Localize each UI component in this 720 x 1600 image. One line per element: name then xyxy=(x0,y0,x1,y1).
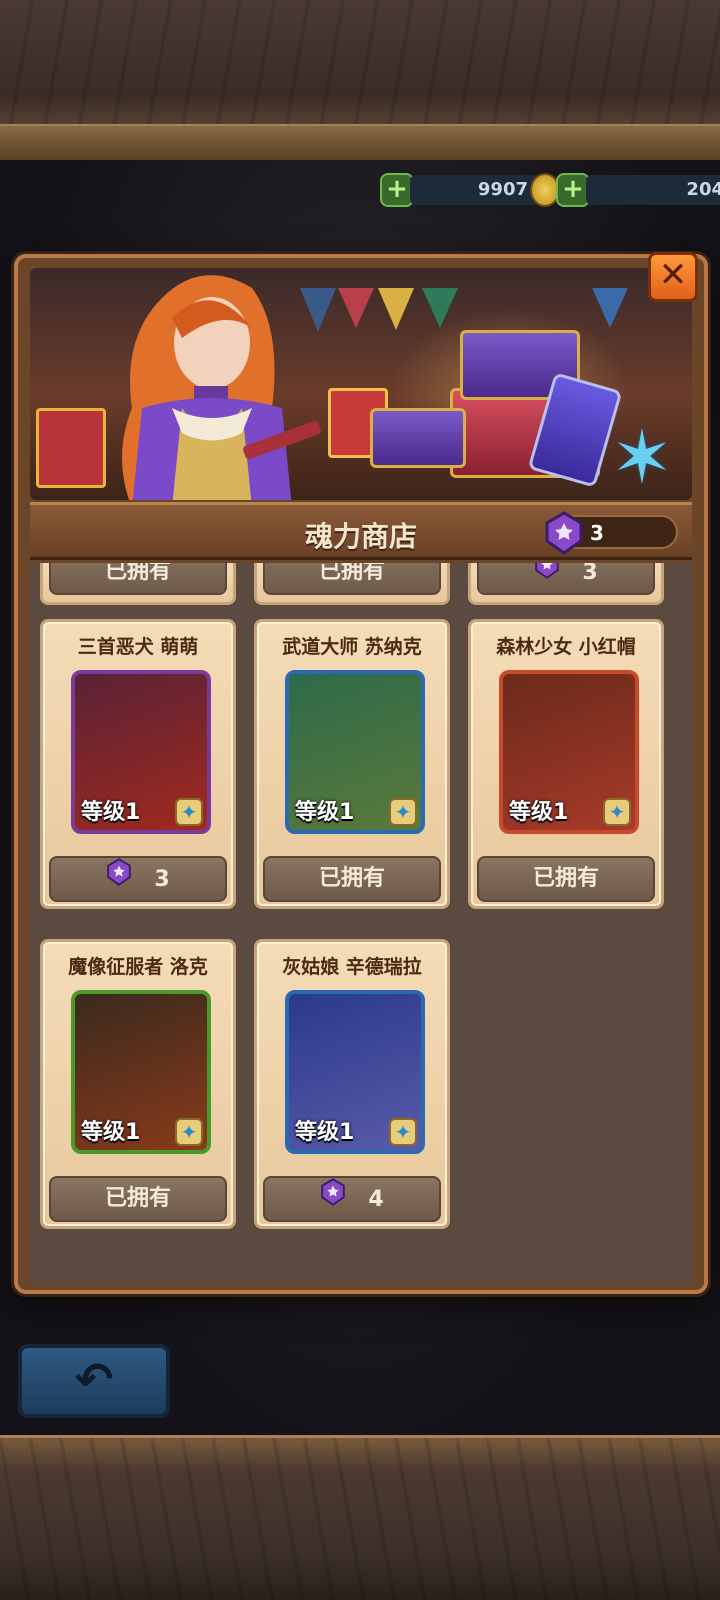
gold-currency: + 9907 xyxy=(380,172,560,208)
soul-gem-icon xyxy=(106,858,132,901)
hero-card[interactable]: 武道大师 苏纳克 等级1 ✦ 已拥有 xyxy=(254,619,450,909)
owned-label: 已拥有 xyxy=(263,563,441,595)
hero-level: 等级1 xyxy=(295,1120,355,1145)
hero-card-partial[interactable]: 已拥有 xyxy=(40,563,236,605)
gold-amount: 9907 xyxy=(410,175,540,205)
close-button[interactable]: ✕ xyxy=(648,252,698,302)
soul-gem-icon xyxy=(534,563,560,594)
hero-name: 武道大师 苏纳克 xyxy=(282,636,422,658)
add-gem-button[interactable]: + xyxy=(556,173,590,207)
bunting-flag xyxy=(338,288,374,328)
hero-name: 灰姑娘 辛德瑞拉 xyxy=(282,956,422,978)
hero-card[interactable]: 灰姑娘 辛德瑞拉 等级1 ✦ 4 xyxy=(254,939,450,1229)
soul-gem-icon xyxy=(545,511,583,555)
star-badge-icon: ✶ xyxy=(610,415,673,500)
soul-gem-icon xyxy=(320,1178,346,1221)
element-star-icon: ✦ xyxy=(603,798,631,826)
hero-card[interactable]: 三首恶犬 萌萌 等级1 ✦ 3 xyxy=(40,619,236,909)
element-star-icon: ✦ xyxy=(175,798,203,826)
price-value: 4 xyxy=(368,1186,384,1212)
add-gold-button[interactable]: + xyxy=(380,173,414,207)
gem-amount: 204 xyxy=(586,175,720,205)
hero-list[interactable]: 已拥有 已拥有 3 三首恶犬 萌萌 等级1 ✦ 3 武道大师 苏纳克 等级1 ✦… xyxy=(30,563,692,1285)
back-button[interactable]: ↶ xyxy=(18,1344,170,1418)
hero-card[interactable]: 森林少女 小红帽 等级1 ✦ 已拥有 xyxy=(468,619,664,909)
hero-card-partial[interactable]: 3 xyxy=(468,563,664,605)
hero-level: 等级1 xyxy=(509,800,569,825)
hero-portrait: 等级1 ✦ xyxy=(71,670,211,834)
hero-name: 森林少女 小红帽 xyxy=(496,636,636,658)
owned-label: 已拥有 xyxy=(49,563,227,595)
treasure-chest-icon xyxy=(370,408,466,468)
hero-portrait: 等级1 ✦ xyxy=(285,670,425,834)
top-wood-frame xyxy=(0,0,720,160)
buy-button[interactable]: 4 xyxy=(263,1176,441,1222)
hero-level: 等级1 xyxy=(81,800,141,825)
hero-card-partial[interactable]: 已拥有 xyxy=(254,563,450,605)
shopkeeper-portrait xyxy=(122,275,321,500)
bottom-wood-frame xyxy=(0,1435,720,1600)
owned-label: 已拥有 xyxy=(477,856,655,902)
element-star-icon: ✦ xyxy=(389,798,417,826)
bunting-flag xyxy=(378,288,414,330)
shop-banner: ✶ xyxy=(30,268,692,500)
hero-name: 魔像征服者 洛克 xyxy=(68,956,208,978)
hero-level: 等级1 xyxy=(81,1120,141,1145)
buy-button[interactable]: 3 xyxy=(49,856,227,902)
hero-name: 三首恶犬 萌萌 xyxy=(77,636,199,658)
bunting-flag xyxy=(422,288,458,328)
shop-title-bar: 魂力商店 3 xyxy=(30,502,692,560)
soul-shop-panel: ✶ 魂力商店 3 已拥有 已拥有 3 三首恶犬 萌萌 等级1 ✦ 3 武道大师 … xyxy=(14,254,708,1294)
bunting-flag xyxy=(592,288,628,328)
hero-portrait: 等级1 ✦ xyxy=(71,990,211,1154)
hero-card[interactable]: 魔像征服者 洛克 等级1 ✦ 已拥有 xyxy=(40,939,236,1229)
price-value: 3 xyxy=(582,563,598,585)
owned-label: 已拥有 xyxy=(263,856,441,902)
price-value: 3 xyxy=(154,866,170,892)
element-star-icon: ✦ xyxy=(175,1118,203,1146)
soul-count: 3 xyxy=(590,521,604,545)
element-star-icon: ✦ xyxy=(389,1118,417,1146)
hero-level: 等级1 xyxy=(295,800,355,825)
owned-label: 已拥有 xyxy=(49,1176,227,1222)
gem-currency: + 204 xyxy=(556,172,720,208)
hero-portrait: 等级1 ✦ xyxy=(499,670,639,834)
soul-currency-counter: 3 xyxy=(545,511,678,555)
hero-portrait: 等级1 ✦ xyxy=(285,990,425,1154)
buy-button[interactable]: 3 xyxy=(477,563,655,595)
back-arrow-icon: ↶ xyxy=(74,1352,114,1406)
